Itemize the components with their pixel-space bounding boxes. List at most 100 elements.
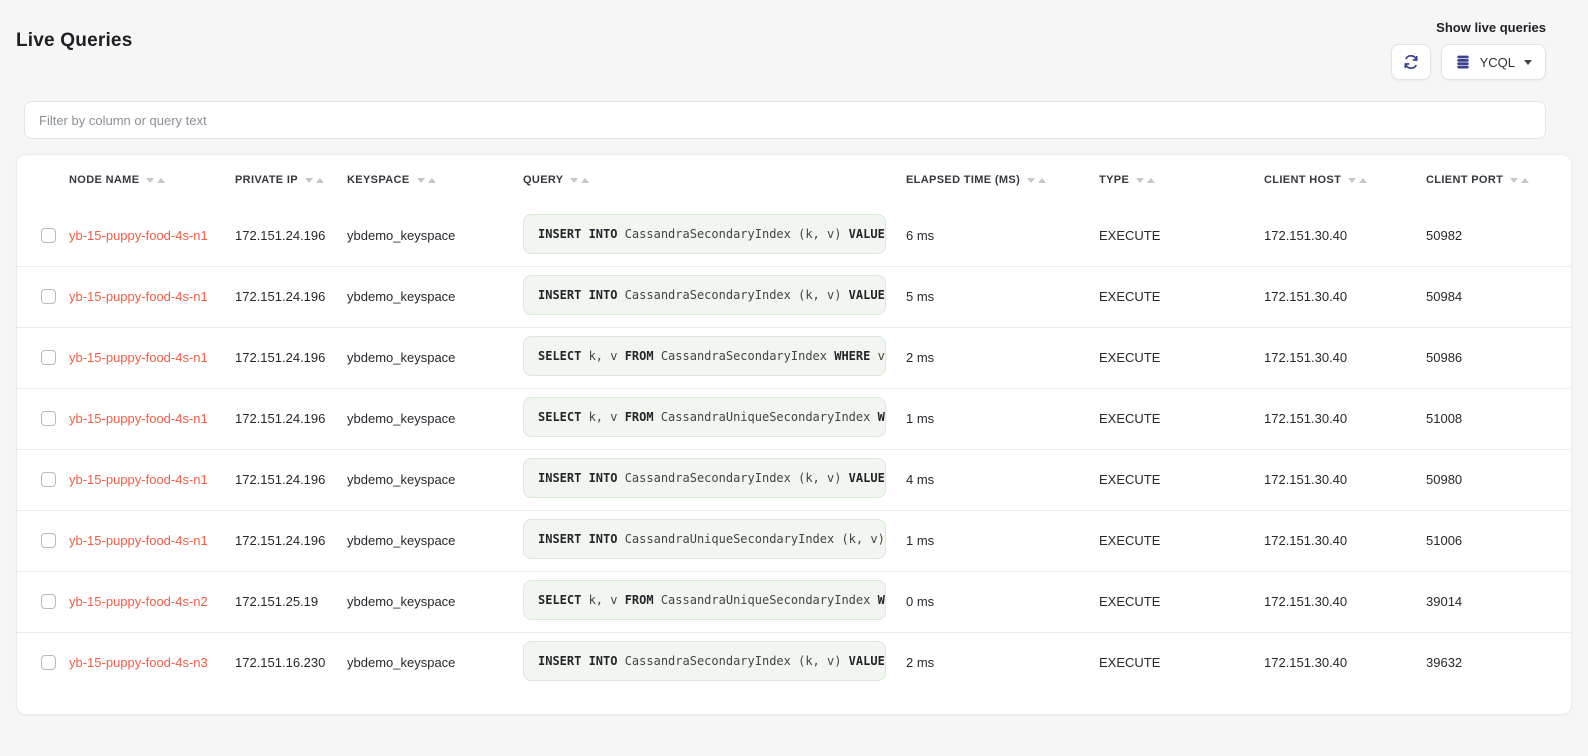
sort-descending-icon[interactable] bbox=[1510, 178, 1518, 183]
cell-client-port: 50980 bbox=[1425, 449, 1572, 510]
node-name-link[interactable]: yb-15-puppy-food-4s-n3 bbox=[69, 655, 208, 670]
cell-node-name: yb-15-puppy-food-4s-n1 bbox=[68, 388, 234, 449]
select-column-header bbox=[17, 155, 68, 205]
sort-icons bbox=[570, 178, 589, 183]
cell-keyspace: ybdemo_keyspace bbox=[346, 632, 522, 693]
table-row[interactable]: yb-15-puppy-food-4s-n1172.151.24.196ybde… bbox=[17, 266, 1572, 327]
sort-descending-icon[interactable] bbox=[146, 178, 154, 183]
live-queries-table: NODE NAMEPRIVATE IPKEYSPACEQUERYELAPSED … bbox=[17, 155, 1572, 693]
table-row[interactable]: yb-15-puppy-food-4s-n1 172.151.24.196ybde… bbox=[17, 205, 1572, 266]
row-checkbox[interactable] bbox=[41, 533, 56, 548]
cell-query: SELECT k, v FROM CassandraUniqueSecondar… bbox=[522, 388, 905, 449]
cell-node-name: yb-15-puppy-food-4s-n1 bbox=[68, 327, 234, 388]
sort-descending-icon[interactable] bbox=[417, 178, 425, 183]
query-snippet[interactable]: INSERT INTO CassandraSecondaryIndex (k, … bbox=[523, 214, 886, 254]
row-checkbox[interactable] bbox=[41, 594, 56, 609]
sort-descending-icon[interactable] bbox=[1136, 178, 1144, 183]
top-bar: Live Queries Show live queries bbox=[0, 0, 1588, 80]
column-header-client-host[interactable]: CLIENT HOST bbox=[1263, 155, 1425, 205]
cell-private-ip: 172.151.24.196 bbox=[234, 388, 346, 449]
node-name-link[interactable]: yb-15-puppy-food-4s-n1 bbox=[69, 472, 208, 487]
query-snippet[interactable]: INSERT INTO CassandraUniqueSecondaryInde… bbox=[523, 519, 886, 559]
cell-select bbox=[17, 510, 68, 571]
column-header-query[interactable]: QUERY bbox=[522, 155, 905, 205]
row-checkbox[interactable] bbox=[41, 228, 56, 243]
cell-keyspace: ybdemo_keyspace bbox=[346, 205, 522, 266]
sort-icons bbox=[146, 178, 165, 183]
query-snippet[interactable]: SELECT k, v FROM CassandraUniqueSecondar… bbox=[523, 397, 886, 437]
table-row[interactable]: yb-15-puppy-food-4s-n1172.151.24.196ybde… bbox=[17, 327, 1572, 388]
cell-type: EXECUTE bbox=[1098, 571, 1263, 632]
column-header-type[interactable]: TYPE bbox=[1098, 155, 1263, 205]
sort-ascending-icon[interactable] bbox=[1359, 178, 1367, 183]
sort-icons bbox=[417, 178, 436, 183]
node-name-link[interactable]: yb-15-puppy-food-4s-n1 bbox=[69, 350, 208, 365]
query-snippet[interactable]: SELECT k, v FROM CassandraSecondaryIndex… bbox=[523, 336, 886, 376]
sort-ascending-icon[interactable] bbox=[157, 178, 165, 183]
cell-client-host: 172.151.30.40 bbox=[1263, 266, 1425, 327]
node-name-link[interactable]: yb-15-puppy-food-4s-n1 bbox=[69, 533, 208, 548]
sort-descending-icon[interactable] bbox=[570, 178, 578, 183]
row-checkbox[interactable] bbox=[41, 655, 56, 670]
column-label: CLIENT HOST bbox=[1264, 174, 1341, 186]
table-row[interactable]: yb-15-puppy-food-4s-n3172.151.16.230ybde… bbox=[17, 632, 1572, 693]
cell-select bbox=[17, 266, 68, 327]
refresh-button[interactable] bbox=[1391, 44, 1431, 80]
table-row[interactable]: yb-15-puppy-food-4s-n1172.151.24.196ybde… bbox=[17, 449, 1572, 510]
sort-ascending-icon[interactable] bbox=[316, 178, 324, 183]
node-name-link[interactable]: yb-15-puppy-food-4s-n2 bbox=[69, 594, 208, 609]
sort-descending-icon[interactable] bbox=[1027, 178, 1035, 183]
table-row[interactable]: yb-15-puppy-food-4s-n1172.151.24.196ybde… bbox=[17, 510, 1572, 571]
column-header-elapsed-time[interactable]: ELAPSED TIME (MS) bbox=[905, 155, 1098, 205]
sort-descending-icon[interactable] bbox=[1348, 178, 1356, 183]
filter-bar bbox=[24, 101, 1546, 139]
filter-input[interactable] bbox=[24, 101, 1546, 139]
cell-private-ip: 172.151.24.196 bbox=[234, 266, 346, 327]
cell-client-port: 39632 bbox=[1425, 632, 1572, 693]
database-icon bbox=[1455, 54, 1471, 70]
cell-client-port: 50982 bbox=[1425, 205, 1572, 266]
query-snippet[interactable]: INSERT INTO CassandraSecondaryIndex (k, … bbox=[523, 458, 886, 498]
sort-ascending-icon[interactable] bbox=[1147, 178, 1155, 183]
cell-elapsed-time: 1 ms bbox=[905, 510, 1098, 571]
query-snippet[interactable]: INSERT INTO CassandraSecondaryIndex (k, … bbox=[523, 275, 886, 315]
column-header-keyspace[interactable]: KEYSPACE bbox=[346, 155, 522, 205]
query-snippet[interactable]: INSERT INTO CassandraSecondaryIndex (k, … bbox=[523, 641, 886, 681]
sort-ascending-icon[interactable] bbox=[428, 178, 436, 183]
cell-keyspace: ybdemo_keyspace bbox=[346, 388, 522, 449]
sort-ascending-icon[interactable] bbox=[1038, 178, 1046, 183]
row-checkbox[interactable] bbox=[41, 411, 56, 426]
node-name-link[interactable]: yb-15-puppy-food-4s-n1 bbox=[69, 289, 208, 304]
cell-query: SELECT k, v FROM CassandraUniqueSecondar… bbox=[522, 571, 905, 632]
node-name-link[interactable]: yb-15-puppy-food-4s-n1 bbox=[69, 411, 208, 426]
cell-type: EXECUTE bbox=[1098, 388, 1263, 449]
cell-node-name: yb-15-puppy-food-4s-n2 bbox=[68, 571, 234, 632]
cell-keyspace: ybdemo_keyspace bbox=[346, 327, 522, 388]
cell-query: INSERT INTO CassandraSecondaryIndex (k, … bbox=[522, 449, 905, 510]
sort-descending-icon[interactable] bbox=[305, 178, 313, 183]
query-snippet[interactable]: SELECT k, v FROM CassandraUniqueSecondar… bbox=[523, 580, 886, 620]
column-header-client-port[interactable]: CLIENT PORT bbox=[1425, 155, 1572, 205]
node-name-link[interactable]: yb-15-puppy-food-4s-n1 bbox=[69, 228, 208, 243]
column-header-private-ip[interactable]: PRIVATE IP bbox=[234, 155, 346, 205]
cell-client-host: 172.151.30.40 bbox=[1263, 327, 1425, 388]
sort-ascending-icon[interactable] bbox=[581, 178, 589, 183]
cell-elapsed-time: 2 ms bbox=[905, 632, 1098, 693]
column-header-node-name[interactable]: NODE NAME bbox=[68, 155, 234, 205]
row-checkbox[interactable] bbox=[41, 289, 56, 304]
cell-elapsed-time: 4 ms bbox=[905, 449, 1098, 510]
row-checkbox[interactable] bbox=[41, 350, 56, 365]
cell-elapsed-time: 5 ms bbox=[905, 266, 1098, 327]
row-checkbox[interactable] bbox=[41, 472, 56, 487]
sort-ascending-icon[interactable] bbox=[1521, 178, 1529, 183]
controls-buttons: YCQL bbox=[1391, 44, 1546, 80]
live-queries-card: NODE NAMEPRIVATE IPKEYSPACEQUERYELAPSED … bbox=[16, 154, 1572, 715]
table-header-row: NODE NAMEPRIVATE IPKEYSPACEQUERYELAPSED … bbox=[17, 155, 1572, 205]
table-row[interactable]: yb-15-puppy-food-4s-n1 172.151.24.196ybde… bbox=[17, 388, 1572, 449]
table-row[interactable]: yb-15-puppy-food-4s-n2172.151.25.19ybdem… bbox=[17, 571, 1572, 632]
column-label: TYPE bbox=[1099, 174, 1129, 186]
sort-icons bbox=[1510, 178, 1529, 183]
cell-select bbox=[17, 571, 68, 632]
api-selector-dropdown[interactable]: YCQL bbox=[1441, 44, 1546, 80]
cell-private-ip: 172.151.24.196 bbox=[234, 205, 346, 266]
